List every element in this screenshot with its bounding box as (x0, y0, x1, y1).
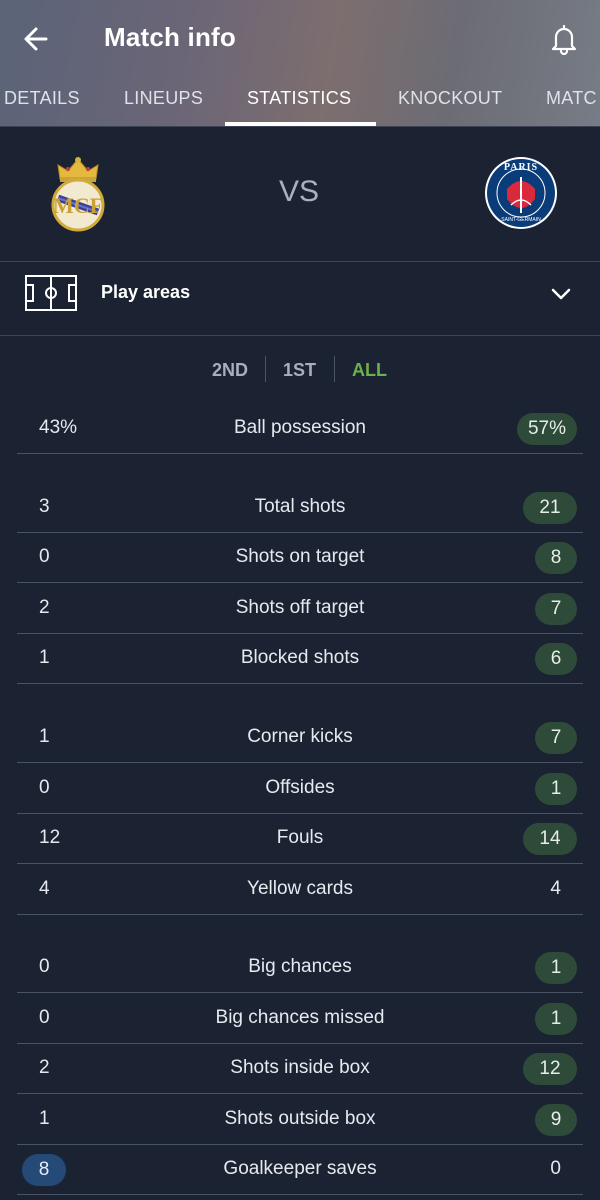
tab-knockout[interactable]: KNOCKOUT (398, 88, 502, 109)
away-value-highlight: 7 (535, 722, 577, 754)
play-areas-toggle[interactable]: Play areas (0, 262, 600, 335)
away-value-highlight: 6 (535, 643, 577, 675)
stat-row-shots-on-target: 0 Shots on target 8 (17, 533, 583, 583)
stat-label: Shots inside box (230, 1057, 370, 1078)
away-value-highlight: 7 (535, 593, 577, 625)
row-divider (17, 1093, 583, 1094)
row-divider (17, 863, 583, 864)
stat-label: Goalkeeper saves (223, 1158, 377, 1179)
away-value-highlight: 1 (535, 952, 577, 984)
away-value-highlight: 12 (523, 1053, 577, 1085)
row-divider (17, 914, 583, 915)
pitch-icon (25, 275, 77, 311)
away-value-highlight: 14 (523, 823, 577, 855)
divider (0, 335, 600, 336)
stat-label: Shots on target (235, 546, 365, 567)
versus-label: VS (279, 175, 320, 208)
period-tab-1st[interactable]: 1ST (283, 360, 316, 381)
stat-label: Blocked shots (240, 647, 360, 668)
stat-row-yellow-cards: 4 Yellow cards 4 (17, 865, 583, 915)
stat-label: Offsides (265, 777, 335, 798)
real-madrid-crest-icon: MCF (51, 157, 105, 232)
tab-matches[interactable]: MATC (546, 88, 597, 109)
period-selector: 2ND 1ST ALL (0, 348, 600, 392)
stat-label: Big chances missed (215, 1007, 385, 1028)
home-team-crest[interactable]: MCF (48, 153, 108, 238)
stat-label: Fouls (276, 827, 324, 848)
stat-row-corner-kicks: 1 Corner kicks 7 (17, 713, 583, 763)
row-divider (17, 582, 583, 583)
stat-label: Yellow cards (247, 878, 353, 899)
stat-row-ball-possession: 43% Ball possession 57% (17, 404, 583, 454)
stat-label: Shots outside box (224, 1108, 376, 1129)
app-header: Match info DETAILS LINEUPS STATISTICS KN… (0, 0, 600, 127)
stat-label: Big chances (248, 956, 352, 977)
tab-bar: DETAILS LINEUPS STATISTICS KNOCKOUT MATC (0, 78, 600, 127)
stat-row-blocked-shots: 1 Blocked shots 6 (17, 634, 583, 684)
stat-row-goalkeeper-saves: 8 Goalkeeper saves 0 (17, 1145, 583, 1195)
tab-statistics[interactable]: STATISTICS (247, 88, 351, 109)
stat-row-offsides: 0 Offsides 1 (17, 764, 583, 814)
stat-row-shots-off-target: 2 Shots off target 7 (17, 584, 583, 634)
away-value: 4 (550, 878, 561, 899)
stat-row-total-shots: 3 Total shots 21 (17, 483, 583, 533)
row-divider (17, 992, 583, 993)
away-value-highlight: 21 (523, 492, 577, 524)
stat-row-shots-outside-box: 1 Shots outside box 9 (17, 1095, 583, 1145)
chevron-down-icon (551, 288, 571, 300)
tab-lineups[interactable]: LINEUPS (124, 88, 203, 109)
psg-crest-subtitle: SAINT-GERMAIN (501, 217, 541, 223)
row-divider (17, 453, 583, 454)
away-value-highlight: 8 (535, 542, 577, 574)
row-divider (17, 1194, 583, 1195)
page-title: Match info (104, 22, 236, 52)
period-tab-all[interactable]: ALL (352, 360, 387, 381)
active-tab-indicator (225, 122, 376, 126)
away-value: 0 (550, 1158, 561, 1179)
period-separator (334, 356, 335, 382)
stat-label: Total shots (254, 496, 346, 517)
play-areas-label: Play areas (101, 282, 191, 302)
period-tab-2nd[interactable]: 2ND (212, 360, 248, 381)
row-divider (17, 683, 583, 684)
stat-label: Shots off target (235, 597, 365, 618)
teams-row: MCF VS PARIS SAINT-GERMAIN (0, 127, 600, 261)
psg-crest-title: PARIS (503, 162, 539, 173)
away-value-highlight: 9 (535, 1104, 577, 1136)
stat-label: Ball possession (233, 417, 367, 438)
bell-icon (551, 24, 577, 56)
svg-text:MCF: MCF (53, 193, 103, 218)
row-divider (17, 762, 583, 763)
away-value-highlight: 1 (535, 773, 577, 805)
period-separator (265, 356, 266, 382)
arrow-left-icon (24, 27, 48, 51)
tab-details[interactable]: DETAILS (4, 88, 80, 109)
notification-button[interactable] (545, 20, 583, 58)
stat-row-fouls: 12 Fouls 14 (17, 814, 583, 864)
stat-row-big-chances-missed: 0 Big chances missed 1 (17, 994, 583, 1044)
psg-crest-text: PARIS SAINT-GERMAIN (483, 155, 559, 231)
back-button[interactable] (18, 20, 56, 58)
stat-row-shots-inside-box: 2 Shots inside box 12 (17, 1044, 583, 1094)
away-value-highlight: 1 (535, 1003, 577, 1035)
away-value-highlight: 57% (517, 413, 577, 445)
stat-label: Corner kicks (247, 726, 353, 747)
stat-row-big-chances: 0 Big chances 1 (17, 943, 583, 993)
